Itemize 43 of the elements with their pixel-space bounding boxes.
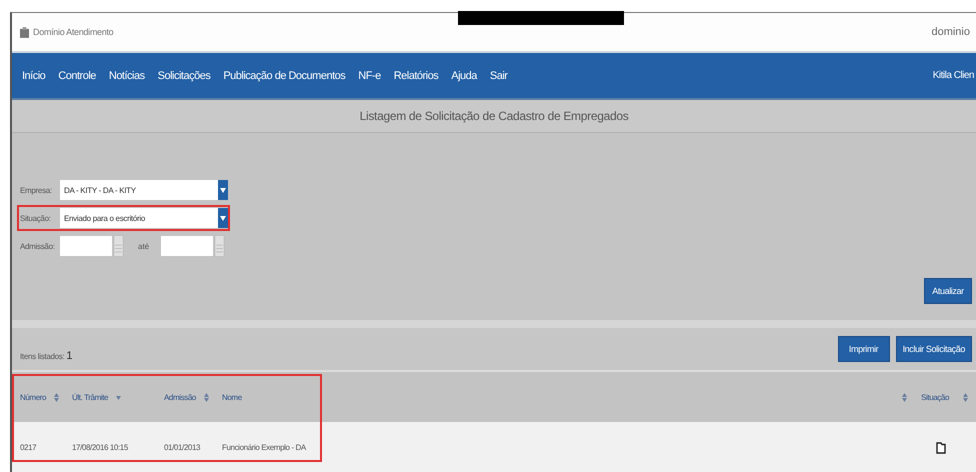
date-field[interactable] [60, 236, 112, 256]
date-field[interactable] [161, 236, 214, 256]
nav-link[interactable]: Publicação de Documentos [223, 70, 346, 82]
column-header[interactable]: Admissão [164, 392, 196, 402]
select-field[interactable]: DA - KITY - DA - KITY [60, 180, 228, 200]
brand-logo: dominio [931, 26, 970, 38]
nav-link[interactable]: Solicitações [158, 70, 210, 82]
table-cell-text: 01/01/2013 [164, 443, 202, 452]
calendar-icon[interactable] [214, 235, 226, 257]
document-icon[interactable] [936, 442, 946, 454]
user-name[interactable]: Kitila Clien [932, 70, 976, 81]
sort-icon[interactable] [963, 392, 968, 402]
table-cell-text: 17/08/2016 10:15 [72, 443, 129, 452]
field-label: Empresa: [20, 186, 53, 194]
field-label: até [138, 242, 150, 250]
table-cell-text: Funcionário Exemplo - DA [222, 443, 308, 452]
column-header[interactable]: Últ. Trâmite [72, 392, 108, 402]
column-header[interactable]: Número [20, 392, 46, 402]
window-title: Domínio Atendimento [33, 27, 114, 37]
caret-icon [220, 188, 226, 192]
nav-link[interactable]: Controle [58, 70, 96, 82]
column-header[interactable]: Nome [222, 392, 242, 402]
table-cell-text: 0217 [20, 443, 38, 452]
nav-link[interactable]: Sair [490, 70, 508, 82]
app-icon [20, 26, 29, 38]
field-label: Admissão: [20, 242, 56, 250]
sort-icon[interactable] [204, 392, 209, 402]
nav-link[interactable]: NF-e [358, 70, 381, 82]
sort-icon[interactable] [902, 392, 908, 402]
nav-link[interactable]: Ajuda [451, 70, 477, 82]
action-button[interactable]: Incluir Solicitação [896, 336, 972, 362]
field-label: Situação: [20, 214, 52, 222]
nav-link[interactable]: Notícias [108, 70, 145, 82]
refresh-button[interactable]: Atualizar [924, 278, 972, 304]
calendar-icon[interactable] [113, 235, 124, 257]
caret-icon [220, 216, 226, 220]
select-field[interactable]: Enviado para o escritório [60, 208, 228, 228]
sort-icon[interactable] [54, 392, 60, 402]
nav-link[interactable]: Relatórios [394, 70, 438, 82]
column-header[interactable]: Situação [921, 392, 949, 402]
action-button[interactable]: Imprimir [838, 336, 890, 362]
nav-link[interactable]: Início [22, 70, 46, 82]
items-count: Itens listados: 1 [20, 350, 72, 362]
